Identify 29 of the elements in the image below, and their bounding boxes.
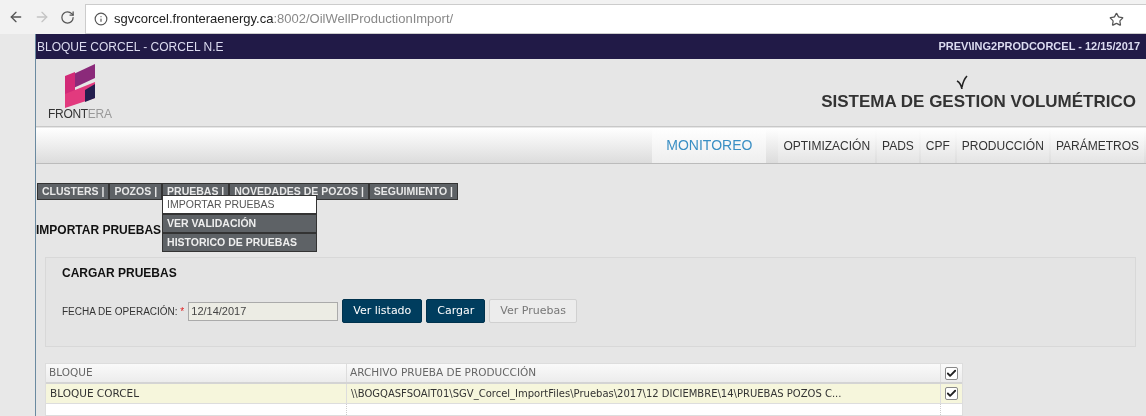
reload-icon[interactable]: [60, 9, 75, 25]
url-text: sgvcorcel.fronteraenergy.ca:8002/OilWellProductionImport/: [114, 10, 454, 29]
back-icon[interactable]: [8, 9, 24, 25]
column-header: ARCHIVO PRUEBA DE PRODUCCIÓN: [347, 364, 941, 382]
user-date: PREV\ING2PRODCORCEL - 12/15/2017: [938, 39, 1140, 55]
logo-icon: [62, 64, 97, 108]
bookmark-star-icon[interactable]: [1109, 11, 1124, 27]
page-title: IMPORTAR PRUEBAS: [36, 222, 162, 239]
system-title: SISTEMA DE GESTION VOLUMÉTRICO: [821, 90, 1136, 113]
action-button[interactable]: Ver listado: [342, 299, 423, 323]
submenu-item[interactable]: POZOS |: [109, 183, 163, 200]
submenu-item[interactable]: CLUSTERS |: [37, 183, 110, 200]
dropdown-item[interactable]: VER VALIDACIÓN: [162, 214, 318, 233]
date-label: FECHA DE OPERACIÓN: *: [62, 304, 185, 319]
dropdown-item[interactable]: HISTORICO DE PRUEBAS: [162, 233, 318, 252]
address-bar[interactable]: sgvcorcel.fronteraenergy.ca:8002/OilWellProductionImport/: [85, 4, 1146, 34]
column-header: BLOQUE: [46, 364, 347, 382]
logo-text: FRONTERA: [48, 108, 112, 120]
dropdown-item[interactable]: IMPORTAR PRUEBAS: [162, 195, 318, 214]
panel-title: CARGAR PRUEBAS: [62, 265, 178, 282]
table-cell: BLOQUE CORCEL: [46, 384, 347, 403]
checkbox[interactable]: [945, 387, 958, 400]
submenu-item[interactable]: SEGUIMIENTO |: [368, 183, 458, 200]
date-field[interactable]: 12/14/2017: [188, 301, 339, 321]
checkbox[interactable]: [945, 366, 958, 380]
info-icon[interactable]: [94, 12, 108, 26]
action-button[interactable]: Cargar: [426, 299, 486, 323]
table-cell: \\BOGQASFSOAIT01\SGV_Corcel_ImportFiles\Pruebas\2017\12 DICIEMBRE\14\PRUEBAS POZOS C...: [347, 384, 941, 403]
block-name: BLOQUE CORCEL - CORCEL N.E: [37, 38, 224, 56]
